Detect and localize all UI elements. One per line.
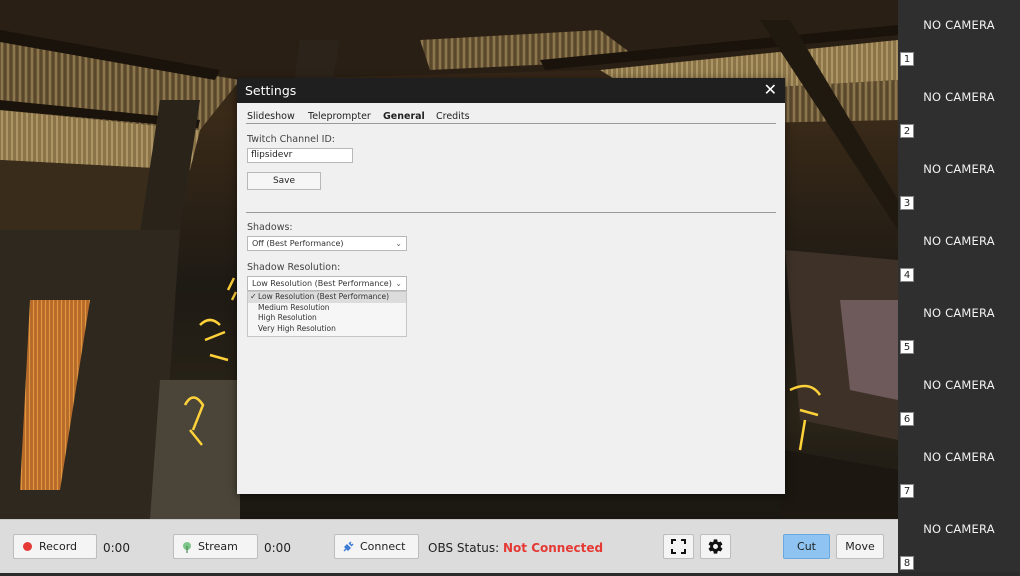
connect-button[interactable]: Connect (334, 534, 419, 559)
camera-slot-number: 1 (900, 52, 914, 66)
move-button-label: Move (845, 540, 875, 553)
record-dot-icon (23, 542, 32, 551)
obs-status-value: Not Connected (503, 541, 604, 555)
connect-button-label: Connect (360, 540, 406, 553)
record-timer: 0:00 (103, 541, 130, 555)
camera-slot-label: NO CAMERA (923, 234, 995, 248)
obs-status: OBS Status: Not Connected (428, 541, 603, 555)
tab-slideshow[interactable]: Slideshow (247, 111, 295, 122)
dropdown-option[interactable]: High Resolution (248, 313, 406, 324)
camera-slot-number: 8 (900, 556, 914, 570)
camera-slot-label: NO CAMERA (923, 162, 995, 176)
camera-slot-label: NO CAMERA (923, 18, 995, 32)
record-button[interactable]: Record (13, 534, 97, 559)
tab-divider (246, 123, 776, 124)
checkmark-icon: ✓ (250, 292, 257, 301)
section-divider (246, 212, 776, 213)
shadows-label: Shadows: (247, 222, 293, 233)
twitch-channel-label: Twitch Channel ID: (247, 134, 335, 145)
tab-teleprompter[interactable]: Teleprompter (308, 111, 371, 122)
dropdown-option-label: Low Resolution (Best Performance) (258, 292, 390, 301)
shadows-select[interactable]: Off (Best Performance) ⌄ (247, 236, 407, 251)
camera-panel: NO CAMERA 1 NO CAMERA 2 NO CAMERA 3 NO C… (898, 0, 1020, 572)
camera-slot-number: 4 (900, 268, 914, 282)
shadow-resolution-select-value: Low Resolution (Best Performance) (252, 279, 392, 288)
shadows-select-value: Off (Best Performance) (252, 239, 344, 248)
stream-icon (182, 541, 192, 553)
stream-button[interactable]: Stream (173, 534, 258, 559)
camera-slot-8[interactable]: NO CAMERA 8 (898, 504, 1020, 576)
bottom-toolbar: Record 0:00 Stream 0:00 Connect OBS Stat… (0, 519, 898, 573)
camera-slot-label: NO CAMERA (923, 90, 995, 104)
gear-icon (707, 538, 724, 555)
fullscreen-icon (671, 539, 686, 554)
dropdown-option[interactable]: Very High Resolution (248, 324, 406, 335)
cut-button-label: Cut (797, 540, 816, 553)
plug-icon (343, 541, 354, 552)
camera-slot-label: NO CAMERA (923, 450, 995, 464)
close-icon[interactable]: ✕ (764, 80, 777, 99)
dropdown-option-label: Medium Resolution (258, 302, 330, 312)
twitch-channel-input[interactable]: flipsidevr (247, 148, 353, 163)
settings-button[interactable] (700, 534, 731, 559)
chevron-down-icon: ⌄ (395, 279, 402, 288)
shadow-resolution-label: Shadow Resolution: (247, 262, 341, 273)
shadow-resolution-dropdown: ✓ Low Resolution (Best Performance) Medi… (247, 291, 407, 337)
record-button-label: Record (39, 540, 78, 553)
settings-dialog: Settings ✕ Slideshow Teleprompter Genera… (237, 78, 785, 494)
stream-timer: 0:00 (264, 541, 291, 555)
camera-slot-label: NO CAMERA (923, 378, 995, 392)
tab-credits[interactable]: Credits (436, 111, 470, 122)
camera-slot-7[interactable]: NO CAMERA 7 (898, 432, 1020, 504)
tab-general[interactable]: General (383, 111, 425, 122)
settings-title: Settings (245, 83, 297, 98)
dropdown-option-label: Very High Resolution (258, 323, 336, 333)
shadow-resolution-select[interactable]: Low Resolution (Best Performance) ⌄ (247, 276, 407, 291)
camera-slot-number: 5 (900, 340, 914, 354)
save-button[interactable]: Save (247, 172, 321, 190)
fullscreen-button[interactable] (663, 534, 694, 559)
move-button[interactable]: Move (836, 534, 884, 559)
camera-slot-2[interactable]: NO CAMERA 2 (898, 72, 1020, 144)
camera-slot-label: NO CAMERA (923, 306, 995, 320)
stream-button-label: Stream (198, 540, 238, 553)
dropdown-option[interactable]: ✓ Low Resolution (Best Performance) (248, 292, 406, 303)
camera-slot-5[interactable]: NO CAMERA 5 (898, 288, 1020, 360)
camera-slot-4[interactable]: NO CAMERA 4 (898, 216, 1020, 288)
camera-slot-1[interactable]: NO CAMERA 1 (898, 0, 1020, 72)
cut-button[interactable]: Cut (783, 534, 830, 559)
camera-slot-label: NO CAMERA (923, 522, 995, 536)
camera-slot-number: 3 (900, 196, 914, 210)
chevron-down-icon: ⌄ (395, 239, 402, 248)
settings-title-bar[interactable]: Settings ✕ (237, 78, 785, 103)
dropdown-option-label: High Resolution (258, 313, 317, 322)
camera-slot-number: 6 (900, 412, 914, 426)
camera-slot-6[interactable]: NO CAMERA 6 (898, 360, 1020, 432)
dropdown-option[interactable]: Medium Resolution (248, 303, 406, 314)
camera-slot-number: 2 (900, 124, 914, 138)
obs-status-label: OBS Status: (428, 541, 500, 555)
camera-slot-number: 7 (900, 484, 914, 498)
camera-slot-3[interactable]: NO CAMERA 3 (898, 144, 1020, 216)
